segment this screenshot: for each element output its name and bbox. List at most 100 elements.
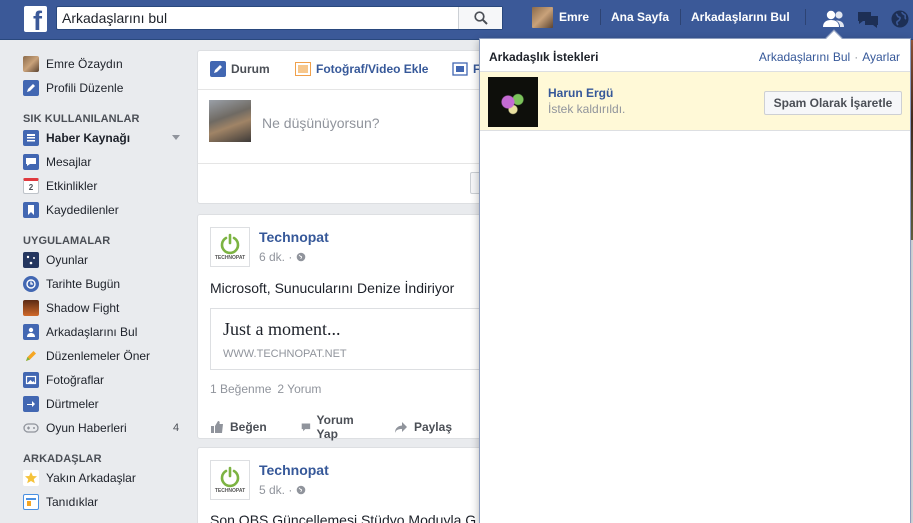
sidebar-item-close-friends[interactable]: Yakın Arkadaşlar — [23, 469, 136, 487]
nav-profile-link[interactable]: Emre — [532, 6, 589, 28]
notifications-globe-icon — [891, 10, 909, 28]
game-news-count: 4 — [173, 422, 180, 434]
search-box — [56, 6, 503, 30]
friend-requests-button[interactable] — [822, 8, 846, 30]
news-feed-icon — [23, 130, 39, 146]
sidebar-item-label: Fotoğraflar — [46, 373, 105, 387]
thumbs-up-icon — [211, 421, 223, 433]
sidebar-item-find-friends[interactable]: Arkadaşlarını Bul — [23, 323, 137, 341]
post-time-text: 5 dk. · — [259, 483, 293, 497]
messages-icon — [23, 154, 39, 170]
sidebar-item-messages[interactable]: Mesajlar — [23, 153, 91, 171]
power-icon — [220, 466, 240, 488]
star-icon — [23, 470, 39, 486]
post-author-link[interactable]: Technopat — [259, 462, 329, 478]
sidebar-item-label: Profili Düzenle — [46, 81, 124, 95]
friends-heading: ARKADAŞLAR — [23, 453, 102, 465]
messages-button[interactable] — [856, 8, 880, 30]
avatar — [532, 6, 553, 28]
nav-find-friends-link[interactable]: Arkadaşlarını Bul — [691, 10, 790, 24]
post-timestamp[interactable]: 6 dk. · — [259, 250, 306, 264]
nav-home-link[interactable]: Ana Sayfa — [611, 10, 669, 24]
apps-heading: UYGULAMALAR — [23, 235, 111, 247]
pencil-icon — [210, 61, 226, 77]
sidebar-item-events[interactable]: 2 Etkinlikler — [23, 177, 97, 195]
sidebar-item-news-feed[interactable]: Haber Kaynağı — [23, 129, 130, 147]
sidebar-item-label: Oyun Haberleri — [46, 421, 127, 435]
tab-photo-video[interactable]: Fotoğraf/Video Ekle — [295, 61, 428, 77]
friend-request-item: Harun Ergü İstek kaldırıldı. Spam Olarak… — [480, 71, 910, 131]
settings-link[interactable]: Ayarlar — [862, 50, 900, 64]
search-icon — [473, 11, 488, 25]
share-button[interactable]: Paylaş — [394, 420, 452, 434]
sidebar-item-label: Haber Kaynağı — [46, 131, 131, 145]
messages-icon — [858, 12, 878, 28]
avatar — [23, 56, 39, 72]
top-bar: f Emre Ana Sayfa Arkadaşlarını Bul — [0, 0, 913, 40]
album-icon — [452, 62, 468, 76]
sidebar-item-suggest-edits[interactable]: Düzenlemeler Öner — [23, 347, 150, 365]
pencil-icon — [23, 80, 39, 96]
friend-requests-icon — [823, 10, 844, 27]
sidebar-item-label: Etkinlikler — [46, 179, 98, 193]
search-button[interactable] — [458, 7, 502, 29]
sidebar-item-shadow-fight[interactable]: Shadow Fight — [23, 299, 119, 317]
nav-divider — [680, 9, 681, 25]
sidebar-item-label: Yakın Arkadaşlar — [46, 471, 136, 485]
games-icon — [23, 252, 39, 268]
likes-count-link[interactable]: 1 Beğenme — [210, 382, 271, 396]
sidebar-item-on-this-day[interactable]: Tarihte Bugün — [23, 275, 120, 293]
link-preview[interactable]: Just a moment... WWW.TECHNOPAT.NET — [210, 308, 500, 370]
sidebar-item-label: Dürtmeler — [46, 397, 99, 411]
photos-icon — [23, 372, 39, 388]
facebook-logo[interactable]: f — [24, 6, 47, 32]
sidebar-item-pokes[interactable]: Dürtmeler — [23, 395, 99, 413]
like-button[interactable]: Beğen — [210, 420, 267, 434]
feed-post: TECHNOPAT Technopat 5 dk. · Son OBS Günc… — [197, 447, 487, 523]
sidebar-item-edit-profile[interactable]: Profili Düzenle — [23, 79, 123, 97]
sidebar-item-label: Tarihte Bugün — [46, 277, 121, 291]
link-title: Just a moment... — [223, 319, 341, 339]
post-text: Microsoft, Sunucularını Denize İndiriyor — [210, 280, 455, 296]
composer-input[interactable]: Ne düşünüyorsun? — [262, 115, 380, 131]
sidebar-item-saved[interactable]: Kaydedilenler — [23, 201, 119, 219]
sidebar-item-label: Shadow Fight — [46, 301, 120, 315]
nav-divider — [600, 9, 601, 25]
tab-status[interactable]: Durum — [210, 61, 270, 77]
flyout-links: Arkadaşlarını Bul · Ayarlar — [759, 50, 900, 64]
requester-name-link[interactable]: Harun Ergü — [548, 86, 613, 100]
sidebar-item-games[interactable]: Oyunlar — [23, 251, 88, 269]
calendar-icon: 2 — [23, 178, 39, 194]
sidebar-item-game-news[interactable]: Oyun Haberleri — [23, 419, 127, 437]
sidebar-item-acquaintances[interactable]: Tanıdıklar — [23, 493, 98, 511]
comments-count-link[interactable]: 2 Yorum — [277, 382, 321, 396]
find-friends-link[interactable]: Arkadaşlarını Bul — [759, 50, 850, 64]
sidebar-item-photos[interactable]: Fotoğraflar — [23, 371, 104, 389]
avatar[interactable] — [488, 77, 538, 127]
request-status: İstek kaldırıldı. — [548, 102, 626, 116]
post-stats: 1 Beğenme 2 Yorum — [210, 382, 321, 396]
comment-button[interactable]: Yorum Yap — [301, 413, 360, 441]
post-text: Son OBS Güncellemesi Stüdyo Moduyla G — [210, 512, 477, 523]
status-composer: Durum Fotoğraf/Video Ekle F Ne düşünüyor… — [197, 50, 492, 204]
comment-label: Yorum Yap — [316, 413, 354, 441]
search-input[interactable] — [57, 7, 457, 29]
clock-history-icon — [23, 276, 39, 292]
notifications-button[interactable] — [888, 8, 912, 30]
pencil-icon — [23, 348, 39, 364]
mark-as-spam-button[interactable]: Spam Olarak İşaretle — [764, 91, 902, 115]
tab-more[interactable]: F — [452, 61, 480, 77]
power-icon — [220, 233, 240, 255]
tab-label: Durum — [231, 62, 270, 76]
shadow-fight-icon — [23, 300, 39, 316]
divider — [198, 89, 486, 90]
page-logo[interactable]: TECHNOPAT — [210, 227, 250, 267]
post-author-link[interactable]: Technopat — [259, 229, 329, 245]
sidebar-item-profile[interactable]: Emre Özaydın — [23, 55, 123, 73]
post-time-text: 6 dk. · — [259, 250, 293, 264]
page-logo[interactable]: TECHNOPAT — [210, 460, 250, 500]
post-timestamp[interactable]: 5 dk. · — [259, 483, 306, 497]
sidebar-item-label: Kaydedilenler — [46, 203, 119, 217]
events-badge: 2 — [28, 182, 34, 192]
chevron-down-icon[interactable] — [172, 135, 180, 140]
